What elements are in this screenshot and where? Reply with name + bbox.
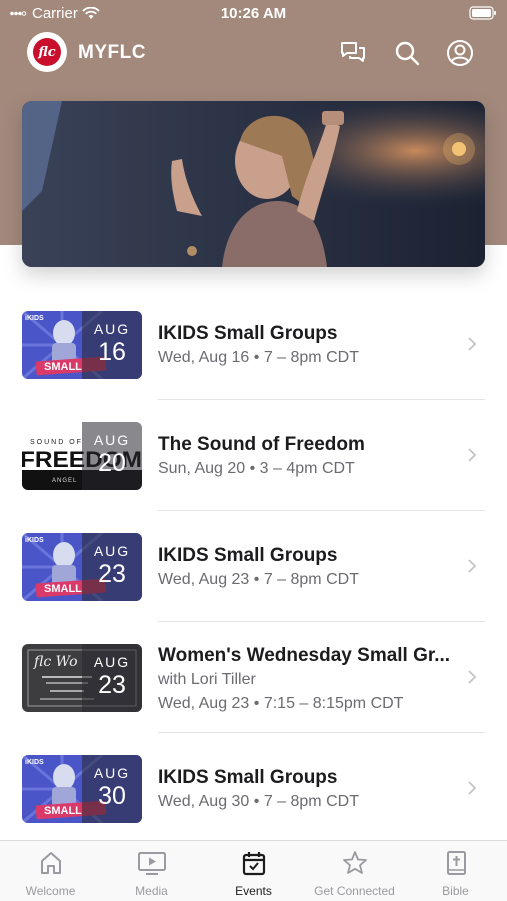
event-month: AUG <box>93 543 131 559</box>
event-thumbnail: SOUND OF FREEDOM ANGEL AUG 20 <box>22 422 142 490</box>
event-title: The Sound of Freedom <box>158 434 365 455</box>
thumb-title-text: flc Wo <box>33 654 78 670</box>
battery-icon <box>469 6 497 24</box>
event-date-badge: AUG 23 <box>82 533 142 601</box>
bible-icon <box>446 851 466 875</box>
thumb-badge: iKIDS <box>25 315 44 322</box>
thumb-brand-text: ANGEL <box>52 478 77 484</box>
tab-label: Get Connected <box>314 884 395 898</box>
event-day: 23 <box>98 560 126 588</box>
row-divider <box>158 510 485 511</box>
row-divider <box>158 732 485 733</box>
event-month: AUG <box>93 765 131 781</box>
thumb-small-text: SOUND OF <box>30 439 83 446</box>
event-month: AUG <box>93 432 131 448</box>
tab-label: Welcome <box>25 884 76 898</box>
status-bar: Carrier 10:26 AM <box>0 0 507 28</box>
event-day: 30 <box>98 782 126 810</box>
chevron-right-icon <box>468 337 477 351</box>
thumb-word: SMALL <box>44 583 82 595</box>
event-title: IKIDS Small Groups <box>158 767 338 788</box>
hero-banner[interactable] <box>22 101 485 267</box>
event-title: IKIDS Small Groups <box>158 545 338 566</box>
event-day: 23 <box>98 671 126 699</box>
profile-icon[interactable] <box>445 38 475 68</box>
status-time: 10:26 AM <box>220 5 287 22</box>
tab-label: Bible <box>442 884 469 898</box>
event-datetime: Wed, Aug 16 • 7 – 8pm CDT <box>158 349 359 366</box>
row-divider <box>158 621 485 622</box>
tab-welcome[interactable]: Welcome <box>0 841 101 901</box>
app-title: MYFLC <box>78 42 146 63</box>
app-header: flc MYFLC <box>0 30 507 76</box>
media-icon <box>137 852 166 875</box>
event-datetime: Wed, Aug 23 • 7 – 8pm CDT <box>158 571 359 588</box>
event-title: IKIDS Small Groups <box>158 323 338 344</box>
event-subtitle: with Lori Tiller <box>158 671 256 688</box>
chevron-right-icon <box>468 448 477 462</box>
event-datetime: Wed, Aug 23 • 7:15 – 8:15pm CDT <box>158 695 404 712</box>
thumb-badge: iKIDS <box>25 759 44 766</box>
home-icon <box>40 852 61 874</box>
tab-media[interactable]: Media <box>101 841 202 901</box>
event-thumbnail: SMALL iKIDS AUG 23 <box>22 533 142 601</box>
star-icon <box>342 851 367 874</box>
tab-bible[interactable]: Bible <box>405 841 506 901</box>
hero-image <box>22 101 485 267</box>
event-month: AUG <box>93 654 131 670</box>
app-logo[interactable]: flc <box>27 32 67 72</box>
event-date-badge: AUG 16 <box>82 311 142 379</box>
chat-icon[interactable] <box>338 38 368 68</box>
chevron-right-icon <box>468 670 477 684</box>
thumb-badge: iKIDS <box>25 537 44 544</box>
logo-mark: flc <box>33 38 61 66</box>
thumb-word: SMALL <box>44 361 82 373</box>
event-date-badge: AUG 30 <box>82 755 142 823</box>
event-row[interactable]: SMALL iKIDS AUG 23 IKIDS Small Groups We… <box>22 512 485 622</box>
thumb-word: SMALL <box>44 805 82 817</box>
calendar-icon <box>242 852 265 876</box>
event-row[interactable]: flc Wo AUG 23 Women's Wednesday Small Gr… <box>22 623 485 733</box>
event-date-badge: AUG 20 <box>82 422 142 490</box>
tab-bar: Welcome Media Events Get Connected Bible <box>0 840 507 901</box>
event-title: Women's Wednesday Small Gr... <box>158 645 451 666</box>
tab-events[interactable]: Events <box>203 841 304 901</box>
event-row[interactable]: SOUND OF FREEDOM ANGEL AUG 20 The Sound … <box>22 401 485 511</box>
event-day: 16 <box>98 338 126 366</box>
search-icon[interactable] <box>392 38 422 68</box>
event-thumbnail: flc Wo AUG 23 <box>22 644 142 712</box>
event-datetime: Sun, Aug 20 • 3 – 4pm CDT <box>158 460 355 477</box>
chevron-right-icon <box>468 781 477 795</box>
event-date-badge: AUG 23 <box>82 644 142 712</box>
tab-label: Events <box>235 884 272 898</box>
row-divider <box>158 399 485 400</box>
event-row[interactable]: SMALL iKIDS AUG 30 IKIDS Small Groups We… <box>22 734 485 844</box>
event-day: 20 <box>98 449 126 477</box>
event-month: AUG <box>93 321 131 337</box>
tab-label: Media <box>135 884 168 898</box>
event-thumbnail: SMALL iKIDS AUG 30 <box>22 755 142 823</box>
chevron-right-icon <box>468 559 477 573</box>
event-datetime: Wed, Aug 30 • 7 – 8pm CDT <box>158 793 359 810</box>
event-thumbnail: SMALL iKIDS AUG 16 <box>22 311 142 379</box>
event-row[interactable]: SMALL iKIDS AUG 16 IKIDS Small Groups We… <box>22 290 485 400</box>
tab-get-connected[interactable]: Get Connected <box>304 841 405 901</box>
